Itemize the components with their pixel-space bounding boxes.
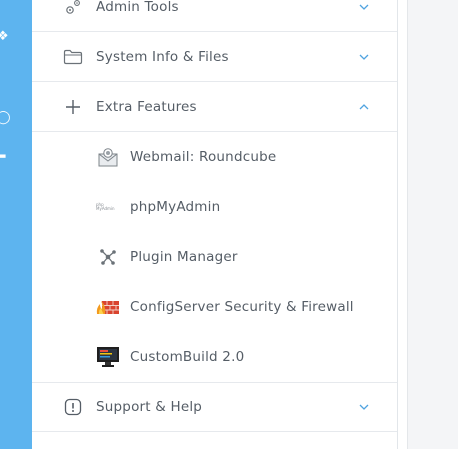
chevron-down-icon[interactable] <box>359 52 369 62</box>
submenu-item-custombuild[interactable]: CustomBuild 2.0 <box>32 332 397 382</box>
chevron-down-icon[interactable] <box>359 402 369 412</box>
menu-item-extra-features[interactable]: Extra Features <box>32 82 397 132</box>
menu-item-label: System Info & Files <box>96 48 229 65</box>
sidebar-partial-icon: ▂ <box>0 145 6 158</box>
submenu-item-webmail-roundcube[interactable]: Webmail: Roundcube <box>32 132 397 182</box>
alert-icon <box>63 397 83 417</box>
phpmyadmin-logo-text: php MyAdmin <box>96 202 115 211</box>
content-area <box>407 0 458 449</box>
sidebar-partial-icon: ❖ <box>0 29 9 44</box>
folder-icon <box>63 47 83 67</box>
menu-item-support-help[interactable]: Support & Help <box>32 382 397 432</box>
chevron-up-icon[interactable] <box>359 102 369 112</box>
phpmyadmin-icon: php MyAdmin <box>96 195 120 219</box>
envelope-icon <box>96 145 120 169</box>
submenu-item-plugin-manager[interactable]: Plugin Manager <box>32 232 397 282</box>
submenu-item-label: Plugin Manager <box>130 249 238 265</box>
menu-item-label: Extra Features <box>96 98 197 115</box>
left-sidebar-strip: ❖ ◯ ▂ <box>0 0 32 449</box>
monitor-icon <box>96 345 120 369</box>
menu-item-label: Support & Help <box>96 399 203 415</box>
gears-icon <box>63 0 83 17</box>
menu-item-system-info-files[interactable]: System Info & Files <box>32 32 397 82</box>
submenu-item-label: ConfigServer Security & Firewall <box>130 299 354 315</box>
panel-divider <box>397 0 398 449</box>
chevron-down-icon[interactable] <box>359 2 369 12</box>
plugin-network-icon <box>96 245 120 269</box>
menu-item-label: Admin Tools <box>96 0 179 15</box>
submenu-item-label: CustomBuild 2.0 <box>130 349 245 365</box>
firewall-icon <box>96 295 120 319</box>
submenu-item-label: phpMyAdmin <box>130 199 221 215</box>
submenu-item-phpmyadmin[interactable]: php MyAdmin phpMyAdmin <box>32 182 397 232</box>
plus-icon <box>63 97 83 117</box>
menu-item-admin-tools[interactable]: Admin Tools <box>32 0 397 32</box>
sidebar-partial-icon: ◯ <box>0 110 11 125</box>
submenu-item-label: Webmail: Roundcube <box>130 149 277 165</box>
submenu-item-configserver-firewall[interactable]: ConfigServer Security & Firewall <box>32 282 397 332</box>
